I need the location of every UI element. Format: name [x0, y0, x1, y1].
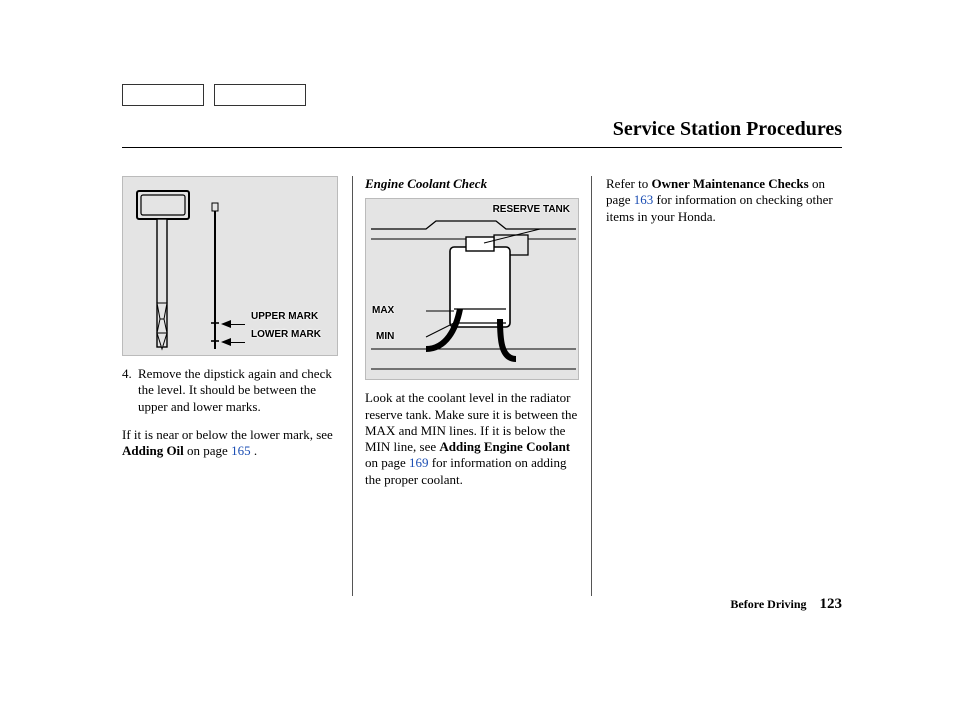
t: Refer to: [606, 176, 651, 191]
step-text: Remove the dipstick again and check the …: [138, 366, 338, 415]
owner-maintenance-ref: Owner Maintenance Checks: [651, 176, 808, 191]
column-1: UPPER MARK LOWER MARK 4. Remove the dips…: [122, 176, 352, 596]
page-title: Service Station Procedures: [122, 118, 842, 141]
page-link-169[interactable]: 169: [409, 455, 429, 470]
min-label: MIN: [376, 331, 394, 344]
coolant-svg: [366, 199, 580, 381]
t: .: [251, 443, 258, 458]
title-rule: [122, 147, 842, 148]
coolant-heading: Engine Coolant Check: [365, 176, 579, 192]
page-link-163[interactable]: 163: [634, 192, 654, 207]
max-label: MAX: [372, 305, 394, 318]
reserve-tank-label: RESERVE TANK: [493, 205, 570, 216]
column-2: Engine Coolant Check: [352, 176, 592, 596]
adding-oil-ref: Adding Oil: [122, 443, 184, 458]
footer: Before Driving 123: [730, 596, 842, 613]
adding-coolant-ref: Adding Engine Coolant: [439, 439, 570, 454]
step-number: 4.: [122, 366, 138, 415]
arrow-upper-icon: [221, 315, 245, 331]
dipstick-figure: UPPER MARK LOWER MARK: [122, 176, 338, 356]
col1-para2: If it is near or below the lower mark, s…: [122, 427, 338, 460]
page-link-165[interactable]: 165: [231, 443, 251, 458]
content-columns: UPPER MARK LOWER MARK 4. Remove the dips…: [122, 176, 842, 596]
top-tab-boxes: [122, 84, 842, 106]
col3-para: Refer to Owner Maintenance Checks on pag…: [606, 176, 842, 225]
footer-page-number: 123: [820, 596, 843, 612]
col2-para: Look at the coolant level in the radiato…: [365, 390, 579, 488]
upper-mark-label: UPPER MARK: [251, 311, 318, 324]
t: If it is near or below the lower mark, s…: [122, 427, 333, 442]
t: on page: [184, 443, 231, 458]
column-3: Refer to Owner Maintenance Checks on pag…: [592, 176, 842, 596]
footer-section: Before Driving: [730, 597, 806, 611]
coolant-figure: RESERVE TANK MAX MIN: [365, 198, 579, 380]
step-4: 4. Remove the dipstick again and check t…: [122, 366, 338, 415]
tab-box-2: [214, 84, 306, 106]
tab-box-1: [122, 84, 204, 106]
lower-mark-label: LOWER MARK: [251, 329, 321, 342]
t: on page: [365, 455, 409, 470]
arrow-lower-icon: [221, 333, 245, 349]
